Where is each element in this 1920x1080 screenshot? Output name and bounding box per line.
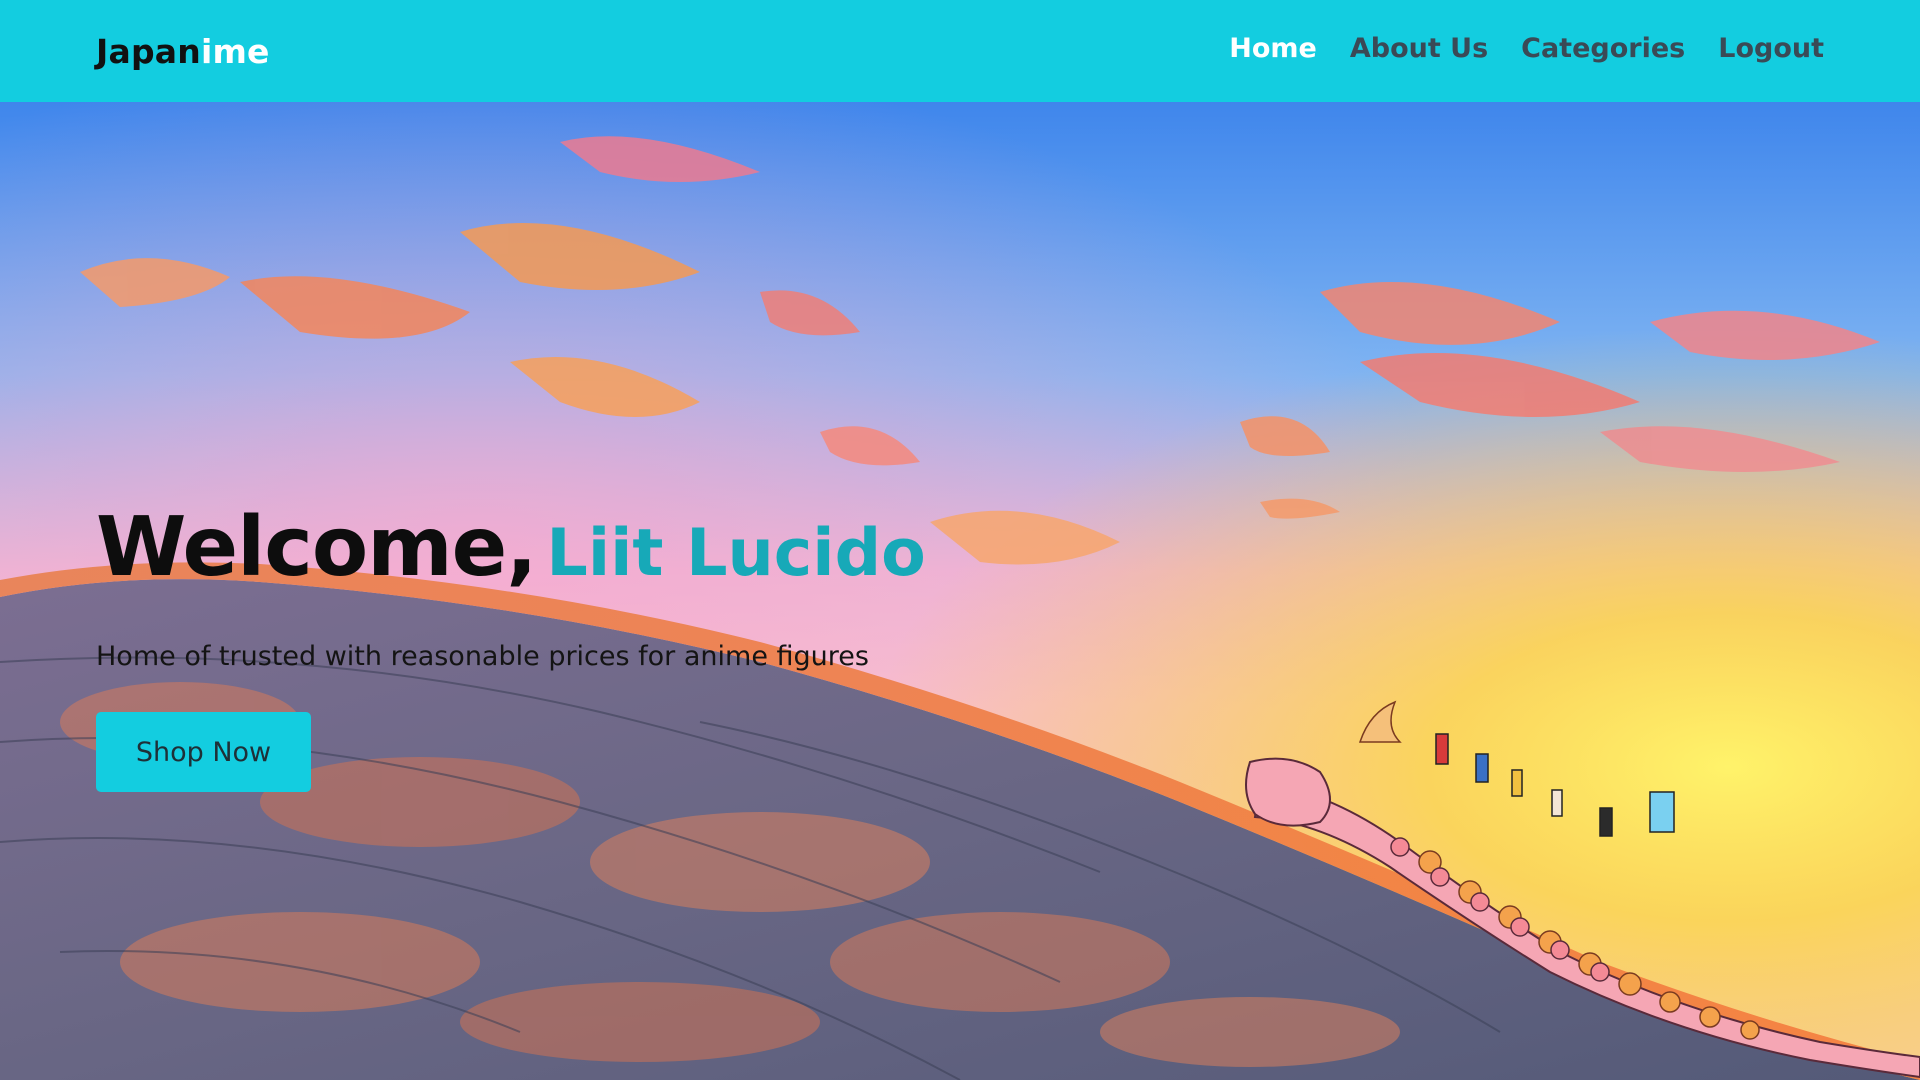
nav-link-logout[interactable]: Logout [1718, 33, 1824, 64]
welcome-heading: Welcome, Liit Lucido [96, 507, 926, 589]
welcome-text: Welcome, [96, 500, 537, 595]
nav-link-categories[interactable]: Categories [1521, 33, 1685, 64]
brand-logo-part2: ime [200, 31, 270, 71]
hero-tagline: Home of trusted with reasonable prices f… [96, 641, 869, 672]
user-name: Liit Lucido [546, 516, 926, 591]
brand-logo-part1: Japan [96, 31, 201, 71]
navbar: Japanime Home About Us Categories Logout [0, 0, 1920, 102]
nav-links: Home About Us Categories Logout [1229, 33, 1824, 64]
page: Japanime Home About Us Categories Logout [0, 0, 1920, 1080]
hero-content: Welcome, Liit Lucido Home of trusted with… [96, 507, 926, 792]
nav-link-home[interactable]: Home [1229, 33, 1317, 64]
nav-link-about-us[interactable]: About Us [1350, 33, 1488, 64]
hero-section: Welcome, Liit Lucido Home of trusted with… [0, 102, 1920, 1080]
shop-now-button[interactable]: Shop Now [96, 712, 311, 792]
brand-logo[interactable]: Japanime [96, 32, 270, 71]
